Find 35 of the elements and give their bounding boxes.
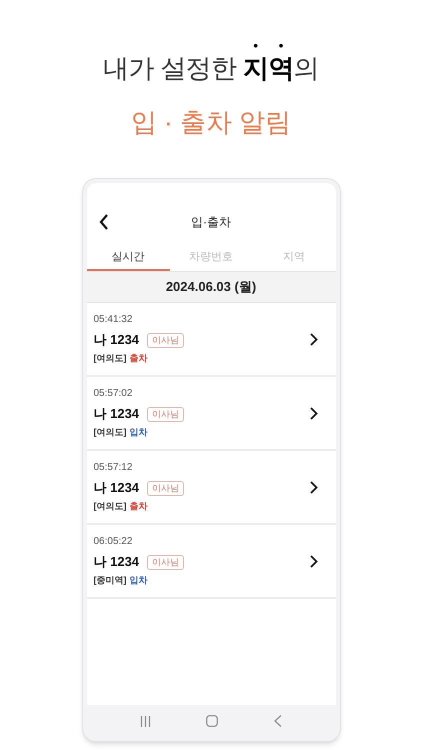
screen-title: 입·출차 bbox=[191, 214, 231, 231]
plate-number: 나 1234 bbox=[94, 553, 140, 571]
entry-row[interactable]: 05:57:02 나 1234 이사님 [여의도] 입차 bbox=[86, 377, 336, 451]
area-label: [중미역] bbox=[94, 574, 126, 587]
status-label: 입차 bbox=[130, 426, 148, 439]
plate-number: 나 1234 bbox=[94, 479, 140, 497]
entry-time: 05:57:02 bbox=[94, 387, 134, 401]
area-label: [여의도] bbox=[94, 352, 126, 365]
home-icon[interactable] bbox=[206, 715, 218, 727]
chevron-right-icon bbox=[310, 480, 318, 494]
status-label: 입차 bbox=[130, 574, 148, 587]
owner-tag: 이사님 bbox=[147, 554, 184, 570]
entry-time: 06:05:22 bbox=[94, 535, 134, 549]
entry-time: 05:41:32 bbox=[94, 313, 134, 327]
entry-row[interactable]: 05:57:12 나 1234 이사님 [여의도] 출차 bbox=[86, 451, 336, 525]
owner-tag: 이사님 bbox=[147, 406, 184, 422]
back-icon[interactable] bbox=[274, 715, 282, 727]
owner-tag: 이사님 bbox=[147, 480, 184, 496]
owner-tag: 이사님 bbox=[147, 332, 184, 348]
chevron-right-icon bbox=[310, 406, 318, 420]
chevron-right-icon bbox=[310, 554, 318, 568]
headline: 내가 설정한 지역의 bbox=[103, 52, 319, 85]
plate-number: 나 1234 bbox=[94, 331, 140, 349]
recent-apps-icon[interactable] bbox=[140, 716, 152, 726]
status-label: 출차 bbox=[130, 500, 148, 513]
area-label: [여의도] bbox=[94, 500, 126, 513]
entry-row[interactable]: 05:41:32 나 1234 이사님 [여의도] 출차 bbox=[86, 303, 336, 377]
plate-number: 나 1234 bbox=[94, 405, 140, 423]
date-header: 2024.06.03 (월) bbox=[86, 272, 336, 303]
status-label: 출차 bbox=[130, 352, 148, 365]
entry-row[interactable]: 06:05:22 나 1234 이사님 [중미역] 입차 bbox=[86, 525, 336, 599]
entry-time: 05:57:12 bbox=[94, 461, 134, 475]
subheadline: 입 · 출차 알림 bbox=[130, 106, 292, 139]
chevron-right-icon bbox=[310, 332, 318, 346]
area-label: [여의도] bbox=[94, 426, 126, 439]
